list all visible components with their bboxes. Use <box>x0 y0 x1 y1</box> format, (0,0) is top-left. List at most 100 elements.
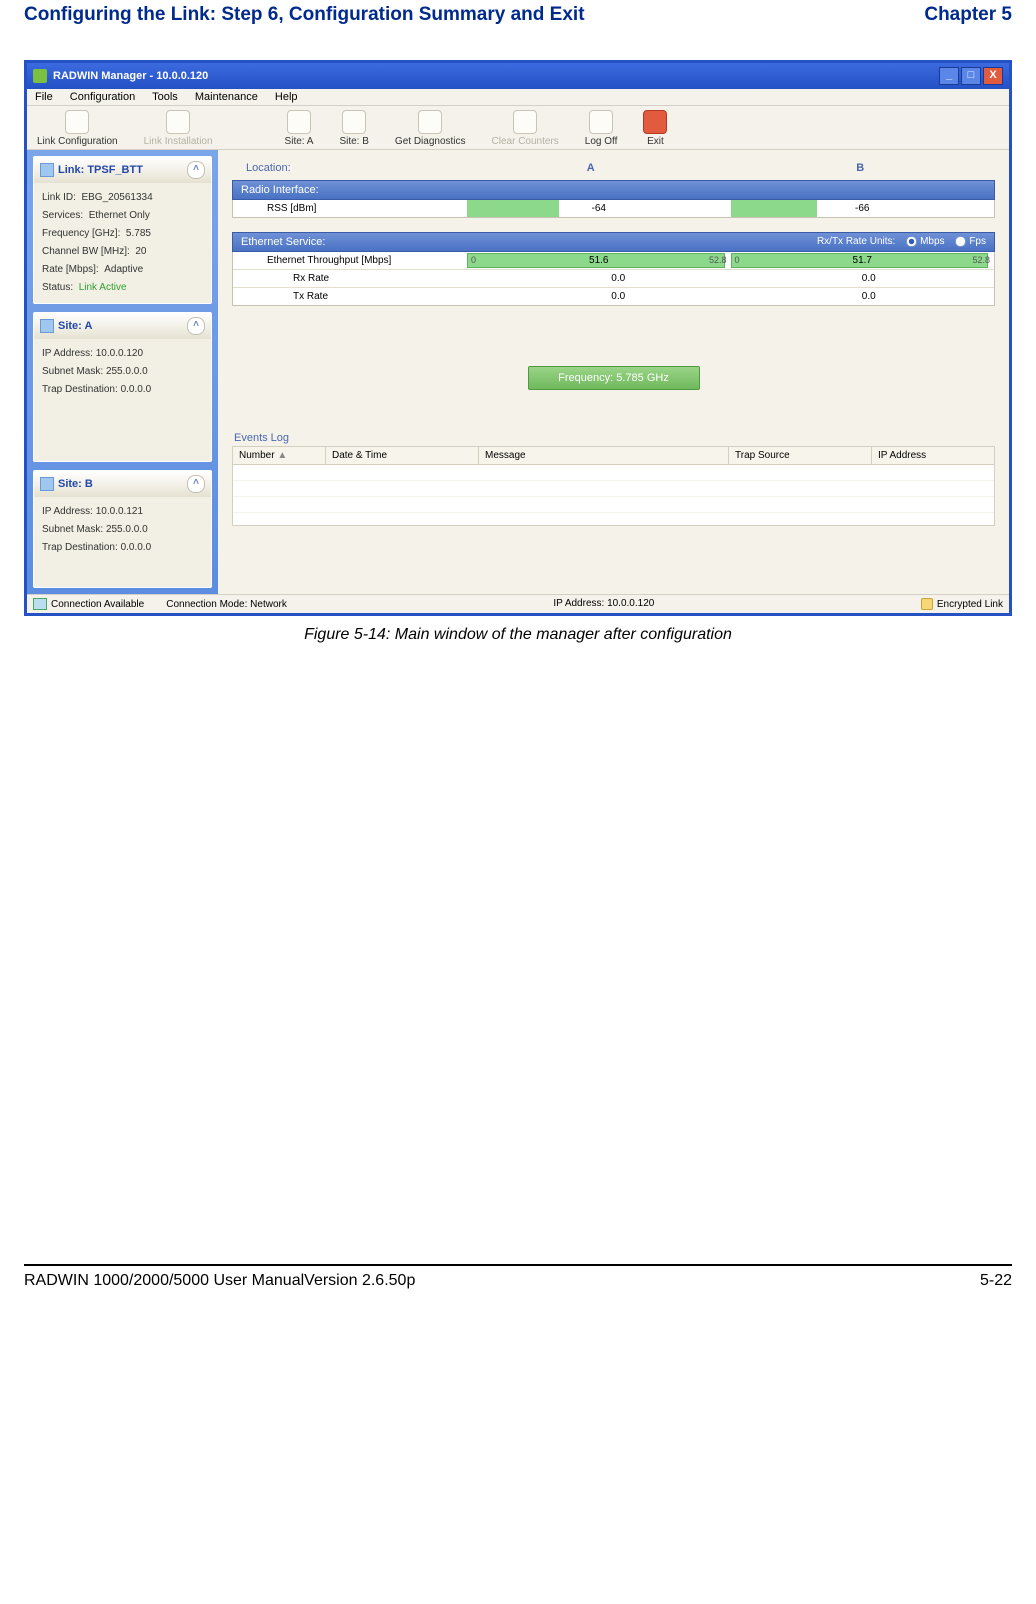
flask-b-icon <box>342 110 366 134</box>
label: Subnet Mask: <box>42 524 103 535</box>
collapse-icon[interactable]: ˄ <box>187 317 205 335</box>
max: 52.8 <box>709 255 727 265</box>
label: IP Address: <box>42 348 93 359</box>
value: EBG_20561334 <box>81 192 152 203</box>
col-message[interactable]: Message <box>479 447 729 464</box>
footer-left: RADWIN 1000/2000/5000 User ManualVersion… <box>24 1272 415 1290</box>
flask-b-icon <box>40 477 54 491</box>
exit-button[interactable]: Exit <box>643 110 667 147</box>
panel-site-a-header[interactable]: Site: A ˄ <box>34 313 211 339</box>
menu-maintenance[interactable]: Maintenance <box>195 91 258 103</box>
value: 255.0.0.0 <box>106 366 148 377</box>
location-label: Location: <box>246 162 456 174</box>
throughput-a: 0 51.6 52.8 <box>467 252 731 269</box>
status-connection: Connection Available <box>51 599 144 610</box>
section-title: Ethernet Service: <box>241 236 325 248</box>
label: Subnet Mask: <box>42 366 103 377</box>
col-number[interactable]: Number ▲ <box>233 447 326 464</box>
collapse-icon[interactable]: ˄ <box>187 161 205 179</box>
label: Trap Destination: <box>42 542 118 553</box>
app-window: RADWIN Manager - 10.0.0.120 _ □ X File C… <box>24 60 1012 616</box>
menu-configuration[interactable]: Configuration <box>70 91 135 103</box>
exit-icon <box>643 110 667 134</box>
radio-mbps[interactable] <box>906 236 917 247</box>
panel-link-header[interactable]: Link: TPSF_BTT ˄ <box>34 157 211 183</box>
minimize-button[interactable]: _ <box>939 67 959 85</box>
maximize-button[interactable]: □ <box>961 67 981 85</box>
link-configuration-button[interactable]: Link Configuration <box>37 110 118 147</box>
gear-icon <box>166 110 190 134</box>
value: 0.0.0.0 <box>121 384 152 395</box>
menu-tools[interactable]: Tools <box>152 91 178 103</box>
log-off-button[interactable]: Log Off <box>585 110 618 147</box>
value: 20 <box>135 246 146 257</box>
col-ip-address[interactable]: IP Address <box>872 447 994 464</box>
page-section-title: Configuring the Link: Step 6, Configurat… <box>24 4 585 26</box>
site-b-button[interactable]: Site: B <box>339 110 368 147</box>
rx-rate-a: 0.0 <box>493 270 744 287</box>
label: IP Address: <box>42 506 93 517</box>
eraser-icon <box>513 110 537 134</box>
section-title: Radio Interface: <box>241 184 319 196</box>
tx-rate-label: Tx Rate <box>233 288 493 305</box>
footer-right: 5-22 <box>980 1272 1012 1290</box>
location-a: A <box>456 162 726 174</box>
rss-b: -66 <box>731 200 995 217</box>
site-a-button[interactable]: Site: A <box>285 110 314 147</box>
monitor-icon <box>418 110 442 134</box>
titlebar[interactable]: RADWIN Manager - 10.0.0.120 _ □ X <box>27 63 1009 89</box>
panel-title: Site: A <box>58 320 92 332</box>
chapter-label: Chapter 5 <box>924 4 1012 26</box>
col-datetime[interactable]: Date & Time <box>326 447 479 464</box>
label: Link ID: <box>42 192 76 203</box>
max: 52.8 <box>972 255 990 265</box>
label: Site: A <box>285 136 314 147</box>
label: Channel BW [MHz]: <box>42 246 130 257</box>
label: Clear Counters <box>492 136 559 147</box>
ethernet-service-header: Ethernet Service: Rx/Tx Rate Units: Mbps… <box>232 232 995 252</box>
label: Trap Destination: <box>42 384 118 395</box>
label: Link Installation <box>144 136 213 147</box>
value: 10.0.0.120 <box>96 348 143 359</box>
clear-counters-button: Clear Counters <box>492 110 559 147</box>
option-mbps[interactable]: Mbps <box>920 237 944 248</box>
menu-file[interactable]: File <box>35 91 53 103</box>
lock-icon <box>921 598 933 610</box>
status-encrypted: Encrypted Link <box>937 599 1003 610</box>
label: Services: <box>42 210 83 221</box>
label: Site: B <box>339 136 368 147</box>
main-area: Location: A B Radio Interface: RSS [dBm]… <box>218 150 1009 594</box>
col-trap-source[interactable]: Trap Source <box>729 447 872 464</box>
flask-a-icon <box>287 110 311 134</box>
rx-rate-b: 0.0 <box>744 270 995 287</box>
key-icon <box>589 110 613 134</box>
panel-title: Site: B <box>58 478 93 490</box>
figure-caption: Figure 5-14: Main window of the manager … <box>24 626 1012 644</box>
frequency-indicator: Frequency: 5.785 GHz <box>528 366 700 390</box>
window-title: RADWIN Manager - 10.0.0.120 <box>53 70 208 82</box>
events-log-header: Events Log <box>234 432 995 444</box>
status-value: Link Active <box>79 282 127 293</box>
value: 10.0.0.121 <box>96 506 143 517</box>
min: 0 <box>735 255 740 265</box>
status-mode: Connection Mode: Network <box>166 599 287 610</box>
get-diagnostics-button[interactable]: Get Diagnostics <box>395 110 466 147</box>
panel-site-b-header[interactable]: Site: B ˄ <box>34 471 211 497</box>
panel-site-b: Site: B ˄ IP Address: 10.0.0.121 Subnet … <box>33 470 212 588</box>
sidebar: Link: TPSF_BTT ˄ Link ID: EBG_20561334 S… <box>27 150 218 594</box>
events-columns: Number ▲ Date & Time Message Trap Source… <box>232 446 995 465</box>
location-b: B <box>726 162 996 174</box>
radio-fps[interactable] <box>955 236 966 247</box>
menubar: File Configuration Tools Maintenance Hel… <box>27 89 1009 106</box>
status-bar: Connection Available Connection Mode: Ne… <box>27 594 1009 613</box>
wrench-icon <box>65 110 89 134</box>
value: 5.785 <box>126 228 151 239</box>
collapse-icon[interactable]: ˄ <box>187 475 205 493</box>
rx-rate-label: Rx Rate <box>233 270 493 287</box>
close-button[interactable]: X <box>983 67 1003 85</box>
menu-help[interactable]: Help <box>275 91 298 103</box>
label: Log Off <box>585 136 618 147</box>
link-installation-button: Link Installation <box>144 110 213 147</box>
value: 0.0.0.0 <box>121 542 152 553</box>
option-fps[interactable]: Fps <box>969 237 986 248</box>
